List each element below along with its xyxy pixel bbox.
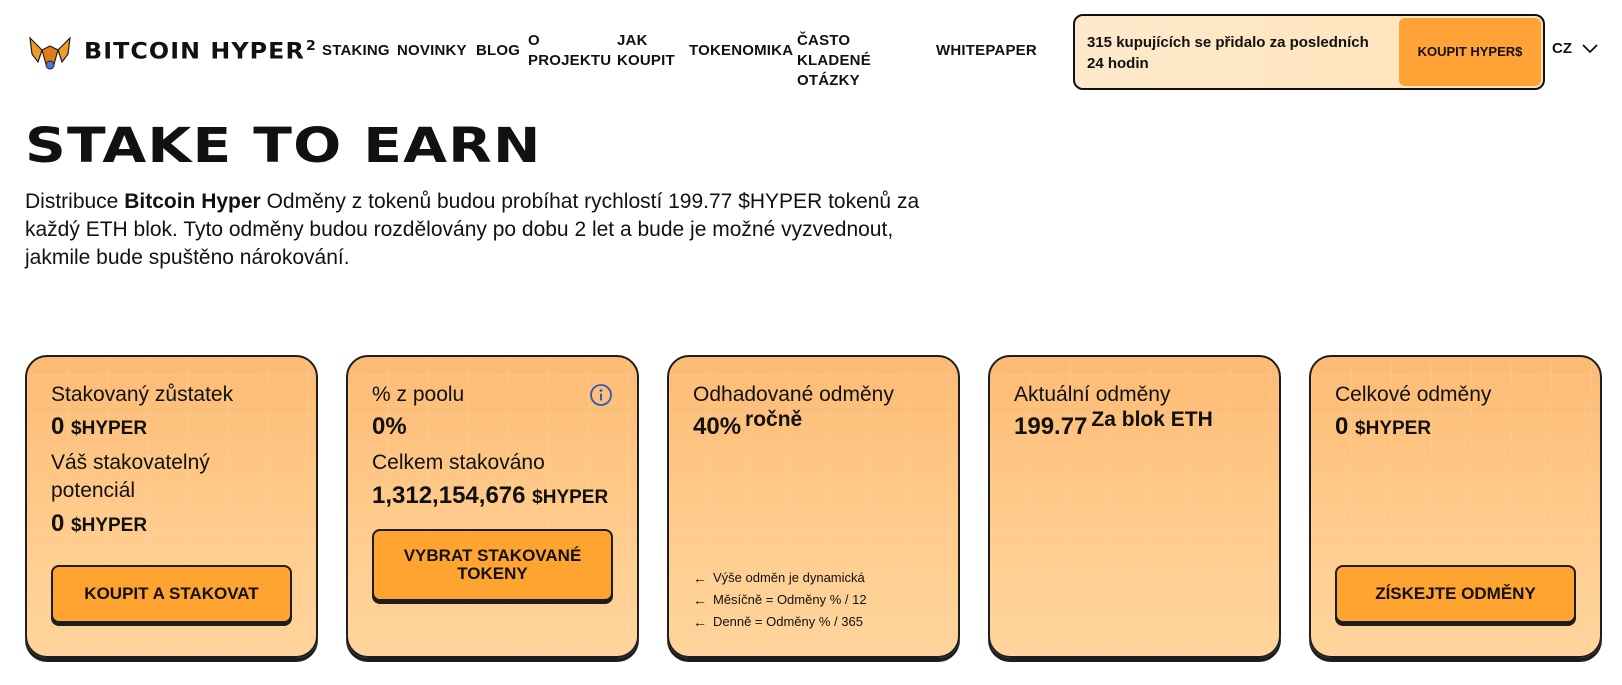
current-rewards-value: 199.77 Za blok ETH: [1014, 408, 1213, 440]
arrow-left-icon: ←: [693, 570, 707, 586]
total-staked-value: 1,312,154,676 $HYPER: [372, 482, 609, 509]
current-rewards-label: Aktuální odměny: [1014, 383, 1171, 406]
info-icon[interactable]: [589, 383, 613, 407]
buy-hyper-button[interactable]: KOUPIT HYPER$: [1399, 18, 1541, 86]
nav-item-whitepaper[interactable]: WHITEPAPER: [936, 41, 1037, 61]
nav-item-staking[interactable]: STAKING: [322, 41, 390, 61]
pool-share-value: 0%: [372, 413, 407, 440]
nav-item-jak-koupit[interactable]: JAK KOUPIT: [617, 31, 675, 71]
withdraw-staked-button[interactable]: VYBRAT STAKOVANÉ TOKENY: [372, 529, 613, 601]
reward-notes: ← Výše odměn je dynamická ← Měsíčně = Odmě…: [693, 567, 867, 633]
pool-share-card: % z poolu 0% Celkem stakováno 1,312,154,…: [346, 355, 639, 658]
staked-balance-label: Stakovaný zůstatek: [51, 383, 234, 406]
estimated-rewards-value: 40% ročně: [693, 408, 803, 440]
nav-item-blog[interactable]: BLOG: [476, 41, 520, 61]
nav-item-faq[interactable]: ČASTO KLADENÉ OTÁZKY: [797, 31, 925, 91]
nav-item-novinky[interactable]: NOVINKY: [397, 41, 467, 61]
buy-and-stake-button[interactable]: KOUPIT A STAKOVAT: [51, 565, 292, 623]
arrow-left-icon: ←: [693, 592, 707, 608]
site-header: BITCOIN HYPER2 STAKING NOVINKY BLOG O PR…: [0, 0, 1622, 104]
claim-rewards-button[interactable]: ZÍSKEJTE ODMĚNY: [1335, 565, 1576, 623]
stakeable-potential-label: Váš stakovatelný potenciál: [51, 451, 210, 502]
reward-note: ← Denně = Odměny % / 365: [693, 611, 867, 633]
estimated-rewards-label: Odhadované odměny: [693, 383, 894, 406]
promo-text: 315 kupujících se přidalo za posledních …: [1087, 34, 1369, 72]
language-selector[interactable]: CZ: [1552, 40, 1598, 57]
reward-note: ← Měsíčně = Odměny % / 12: [693, 589, 867, 611]
stakeable-potential-value: 0 $HYPER: [51, 510, 148, 537]
nav-item-tokenomika[interactable]: TOKENOMIKA: [689, 41, 793, 61]
page-title: STAKE TO EARN: [25, 118, 542, 174]
logo-icon: [29, 36, 71, 70]
logo-text: BITCOIN HYPER2: [84, 39, 317, 65]
chevron-down-icon: [1582, 43, 1598, 53]
total-rewards-value: 0 $HYPER: [1335, 413, 1432, 440]
current-rewards-card: Aktuální odměny 199.77 Za blok ETH: [988, 355, 1281, 658]
total-staked-label: Celkem stakováno: [372, 451, 545, 474]
pool-share-label: % z poolu: [372, 383, 465, 406]
language-label: CZ: [1552, 40, 1572, 57]
arrow-left-icon: ←: [693, 614, 707, 630]
staked-balance-value: 0 $HYPER: [51, 413, 148, 440]
total-rewards-card: Celkové odměny 0 $HYPER ZÍSKEJTE ODMĚNY: [1309, 355, 1602, 658]
estimated-rewards-card: Odhadované odměny 40% ročně ← Výše odměn j…: [667, 355, 960, 658]
nav-item-o-projektu[interactable]: O PROJEKTU: [528, 31, 611, 71]
buyers-promo: 315 kupujících se přidalo za posledních …: [1073, 14, 1545, 90]
total-rewards-label: Celkové odměny: [1335, 383, 1492, 406]
reward-note: ← Výše odměn je dynamická: [693, 567, 867, 589]
logo[interactable]: BITCOIN HYPER2: [28, 34, 316, 70]
staking-description: Distribuce Bitcoin Hyper Odměny z tokenů…: [25, 190, 920, 269]
staked-balance-card: Stakovaný zůstatek 0 $HYPER Váš stakovat…: [25, 355, 318, 658]
